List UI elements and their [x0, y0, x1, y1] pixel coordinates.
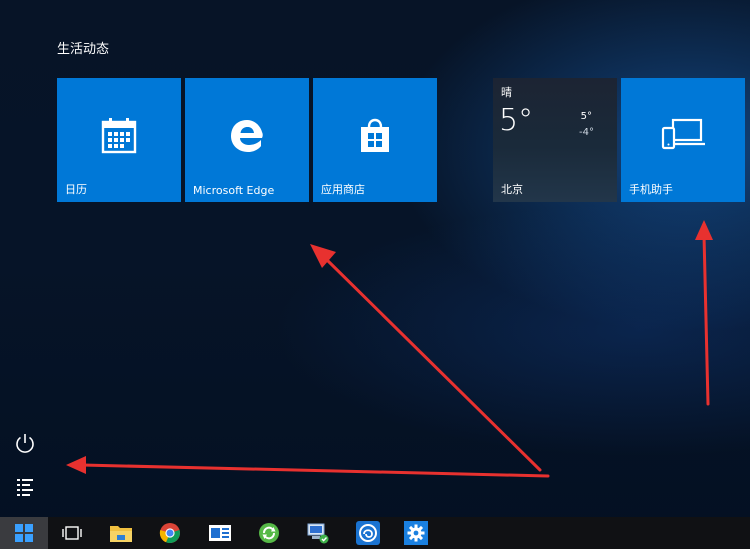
tile-label: 日历 [65, 183, 87, 196]
weather-low-temp: -4° [579, 127, 594, 138]
chrome-icon [159, 523, 180, 544]
tile-microsoft-edge[interactable]: Microsoft Edge [185, 78, 309, 202]
file-explorer-icon [110, 526, 132, 542]
tile-phone-companion[interactable]: 手机助手 [621, 78, 745, 202]
calendar-icon [101, 118, 137, 154]
taskbar [0, 517, 750, 549]
network-computer-icon [307, 523, 329, 544]
taskbar-circle-app[interactable] [344, 517, 392, 549]
taskbar-settings[interactable] [392, 517, 440, 549]
all-apps-list-icon[interactable] [14, 476, 36, 498]
tile-label: 北京 [501, 183, 523, 196]
start-menu: 生活动态 日历 Microsoft Edge 应用商店 晴 5° 5° -4° … [0, 0, 750, 517]
task-view-button[interactable] [48, 517, 96, 549]
tile-group-title: 生活动态 [57, 42, 110, 57]
start-button[interactable] [0, 517, 48, 549]
taskbar-network-app[interactable] [294, 517, 342, 549]
tile-calendar[interactable]: 日历 [57, 78, 181, 202]
taskbar-media-player[interactable] [196, 517, 244, 549]
tile-label: Microsoft Edge [193, 184, 275, 197]
weather-high-temp: 5° [580, 111, 592, 122]
edge-icon [231, 120, 263, 152]
app-circle-icon [356, 521, 380, 545]
power-icon[interactable] [14, 432, 36, 454]
tile-store[interactable]: 应用商店 [313, 78, 437, 202]
weather-current-temp: 5° [499, 103, 534, 138]
taskbar-chrome[interactable] [146, 517, 194, 549]
phone-companion-icon [661, 118, 705, 150]
weather-condition: 晴 [501, 86, 512, 99]
windows-start-icon [15, 524, 33, 542]
tile-weather[interactable]: 晴 5° 5° -4° 北京 [493, 78, 617, 202]
media-player-icon [209, 525, 231, 541]
refresh-green-icon [259, 523, 279, 543]
task-view-icon [62, 526, 82, 540]
taskbar-green-app[interactable] [245, 517, 293, 549]
tile-label: 应用商店 [321, 183, 365, 196]
store-icon [361, 118, 389, 152]
settings-gear-icon [404, 521, 428, 545]
tile-label: 手机助手 [629, 183, 673, 196]
taskbar-file-explorer[interactable] [97, 517, 145, 549]
